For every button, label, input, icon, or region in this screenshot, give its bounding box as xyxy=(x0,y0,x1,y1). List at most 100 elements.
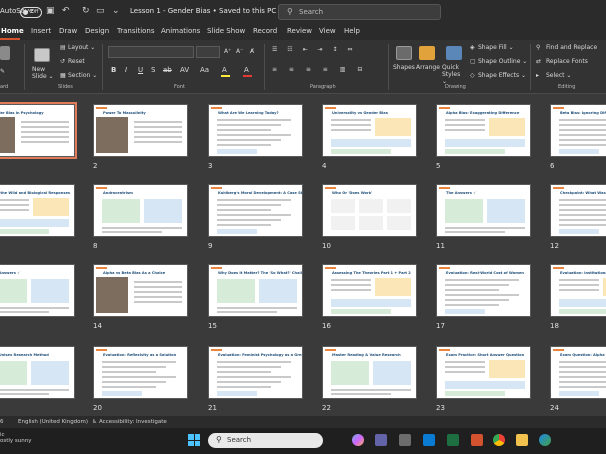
teams-icon[interactable] xyxy=(375,434,387,446)
task-view-icon[interactable] xyxy=(399,434,411,446)
list-buttons-icon[interactable]: ☰ ☷ ⇤ ⇥ ↕ ⇔ xyxy=(272,46,356,53)
slide-accent-tag xyxy=(553,349,564,351)
chrome-icon[interactable] xyxy=(493,434,505,446)
decrease-font-icon[interactable]: A⁻ xyxy=(236,48,243,55)
tab-transitions[interactable]: Transitions xyxy=(117,27,155,35)
slide-thumbnail[interactable]: Power To Masculinity xyxy=(93,104,188,157)
increase-font-icon[interactable]: A⁺ xyxy=(224,48,231,55)
slide-thumbnail[interactable]: Alpha Bias: Exaggerating Difference xyxy=(436,104,531,157)
weather-widget[interactable]: ic ostly sunny xyxy=(0,432,32,444)
shape-outline-button[interactable]: Shape Outline ⌄ xyxy=(478,58,527,65)
slide-thumbnail[interactable]: Gender Bias in Psychology xyxy=(0,102,77,159)
select-button[interactable]: Select ⌄ xyxy=(546,72,571,79)
section-button[interactable]: Section ⌄ xyxy=(68,72,97,79)
underline-button[interactable]: U xyxy=(138,66,143,74)
language-status[interactable]: English (United Kingdom) xyxy=(18,419,88,425)
arrange-icon[interactable] xyxy=(419,46,435,60)
slide-thumbnail[interactable]: Alpha vs Beta Bias As a Choice xyxy=(93,264,188,317)
slide-thumbnail[interactable]: Kohlberg's Moral Development: A Case Stu… xyxy=(208,184,303,237)
file-explorer-icon[interactable] xyxy=(516,434,528,446)
format-painter-icon[interactable]: ✎ xyxy=(0,68,5,75)
accessibility-status[interactable]: Accessibility: Investigate xyxy=(99,419,167,425)
tab-animations[interactable]: Animations xyxy=(161,27,200,35)
new-slide-icon[interactable] xyxy=(34,48,50,62)
redo-icon[interactable]: ↻ xyxy=(82,6,90,16)
slide-thumbnail[interactable]: ... in the Wild and Biological Responses xyxy=(0,184,75,237)
slide-thumbnail[interactable]: Who Or 'Does Work' xyxy=(322,184,417,237)
highlight-button[interactable]: A xyxy=(222,66,227,74)
italic-button[interactable]: I xyxy=(125,66,127,74)
quick-styles-icon[interactable] xyxy=(446,46,462,60)
bold-button[interactable]: B xyxy=(111,66,116,74)
change-case-button[interactable]: Aa xyxy=(200,66,209,74)
tab-draw[interactable]: Draw xyxy=(59,27,77,35)
shape-effects-button[interactable]: Shape Effects ⌄ xyxy=(478,72,526,79)
slide-thumbnail[interactable]: What Are We Learning Today? xyxy=(208,104,303,157)
autosave-toggle[interactable]: Off xyxy=(20,7,42,18)
character-spacing-button[interactable]: AV xyxy=(180,66,189,74)
slide-content-box xyxy=(0,229,49,234)
slide-thumbnail[interactable]: The Answers ✓ xyxy=(436,184,531,237)
customize-toolbar-icon[interactable]: ⌄ xyxy=(112,6,120,16)
excel-icon[interactable] xyxy=(447,434,459,446)
font-name-input[interactable] xyxy=(108,46,194,58)
paste-icon[interactable] xyxy=(0,46,10,60)
slide-thumbnail[interactable]: Evaluation: Real-World Cost of Women xyxy=(436,264,531,317)
slide-thumbnail[interactable]: Assessing The Theories Part 1 + Part 2 xyxy=(322,264,417,317)
start-icon[interactable] xyxy=(188,434,200,446)
reset-button[interactable]: Reset xyxy=(68,58,85,65)
tab-view[interactable]: View xyxy=(319,27,336,35)
slide-thumbnail[interactable]: Universality vs Gender Bias xyxy=(322,104,417,157)
slide-thumbnail[interactable]: The Unisex Research Method xyxy=(0,346,75,399)
tab-insert[interactable]: Insert xyxy=(31,27,51,35)
tab-review[interactable]: Review xyxy=(287,27,312,35)
taskbar-search-input[interactable]: ⚲ Search xyxy=(208,433,323,448)
status-bar: 6 English (United Kingdom) ♿ Accessibili… xyxy=(0,416,606,428)
slide-thumbnail[interactable]: Master Reading & Value Research xyxy=(322,346,417,399)
slide-title: Alpha Bias: Exaggerating Difference xyxy=(446,111,520,115)
slide-text-line xyxy=(445,304,499,306)
tab-record[interactable]: Record xyxy=(253,27,277,35)
find-icon: ⚲ xyxy=(536,44,541,51)
layout-button[interactable]: Layout ⌄ xyxy=(68,44,95,51)
copilot-icon[interactable] xyxy=(352,434,364,446)
slide-thumbnail[interactable]: Androcentrism xyxy=(93,184,188,237)
new-slide-button[interactable]: New Slide ⌄ xyxy=(32,66,56,80)
tab-home[interactable]: Home xyxy=(1,27,24,35)
shapes-icon[interactable] xyxy=(396,46,412,60)
slide-title: Power To Masculinity xyxy=(103,111,146,115)
slide-thumbnail[interactable]: Evaluation: Feminist Psychology as a Gre… xyxy=(208,346,303,399)
quick-styles-button[interactable]: Quick Styles ⌄ xyxy=(442,64,466,85)
document-title[interactable]: Lesson 1 - Gender Bias • Saved to this P… xyxy=(130,7,284,15)
align-buttons-icon[interactable]: ≡ ≡ ≡ ≡ ▥ ⊟ xyxy=(272,66,367,73)
outlook-icon[interactable] xyxy=(423,434,435,446)
save-icon[interactable]: ▣ xyxy=(46,6,55,16)
slide-thumbnail[interactable]: Evaluation: Institutional Sexism in Rese… xyxy=(550,264,606,317)
edge-icon[interactable] xyxy=(539,434,551,446)
search-input[interactable]: ⚲ Search xyxy=(278,4,441,20)
clear-formatting-icon[interactable]: A̸ xyxy=(250,48,254,55)
slide-thumbnail[interactable]: The Answers ✓ xyxy=(0,264,75,317)
slide-thumbnail[interactable]: Why Does It Matter? The 'So What?' Chall… xyxy=(208,264,303,317)
slide-thumbnail[interactable]: Evaluation: Reflexivity as a Solution xyxy=(93,346,188,399)
tab-slide-show[interactable]: Slide Show xyxy=(207,27,245,35)
shape-fill-button[interactable]: Shape Fill ⌄ xyxy=(478,44,514,51)
slide-thumbnail[interactable]: Checkpoint: What Was It? xyxy=(550,184,606,237)
slide-thumbnail[interactable]: Beta Bias: Ignoring Difference xyxy=(550,104,606,157)
tab-help[interactable]: Help xyxy=(344,27,360,35)
replace-fonts-button[interactable]: Replace Fonts xyxy=(546,58,588,65)
arrange-button[interactable]: Arrange xyxy=(416,64,440,71)
find-replace-button[interactable]: Find and Replace xyxy=(546,44,597,51)
powerpoint-icon[interactable] xyxy=(471,434,483,446)
strikethrough-button[interactable]: ab xyxy=(163,66,172,74)
present-icon[interactable]: ▭ xyxy=(96,6,105,16)
shapes-button[interactable]: Shapes xyxy=(393,64,415,71)
slide-thumbnail[interactable]: Exam Practice: Short Answer Question xyxy=(436,346,531,399)
shadow-button[interactable]: S xyxy=(151,66,155,74)
slide-text-line xyxy=(445,361,485,363)
font-size-input[interactable] xyxy=(196,46,220,58)
font-color-button[interactable]: A xyxy=(244,66,249,74)
slide-thumbnail[interactable]: Exam Question: Alpha vs Beta Bias Di... xyxy=(550,346,606,399)
tab-design[interactable]: Design xyxy=(85,27,109,35)
undo-icon[interactable]: ↶ xyxy=(62,6,70,16)
